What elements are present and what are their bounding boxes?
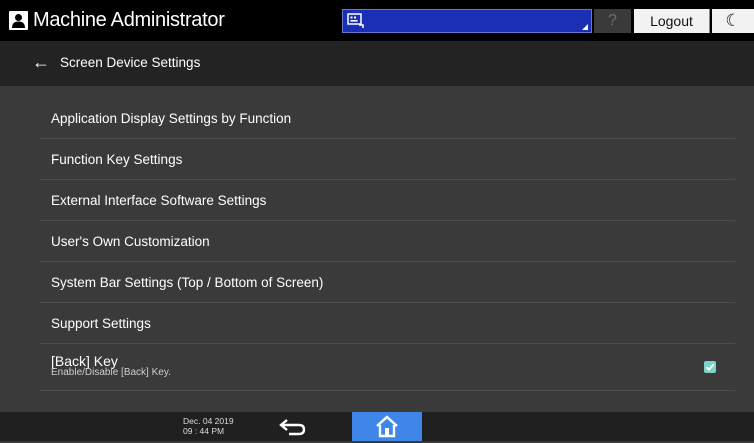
home-icon bbox=[376, 415, 398, 438]
time-text: 09 : 44 PM bbox=[183, 426, 225, 436]
list-item-label: User's Own Customization bbox=[51, 234, 210, 249]
date-time-display: Dec. 04 2019 09 : 44 PM bbox=[183, 416, 234, 436]
help-button[interactable]: ? bbox=[594, 9, 631, 33]
page-title: Screen Device Settings bbox=[60, 55, 201, 70]
list-item-support-settings[interactable]: Support Settings bbox=[40, 303, 735, 344]
title-bar: ← Screen Device Settings bbox=[0, 41, 754, 86]
list-item-users-own-customization[interactable]: User's Own Customization bbox=[40, 221, 735, 262]
back-button[interactable] bbox=[275, 415, 311, 438]
keyboard-input-field[interactable] bbox=[342, 9, 592, 33]
moon-icon: ☾ bbox=[725, 11, 741, 30]
list-item-label: External Interface Software Settings bbox=[51, 193, 267, 208]
list-item-label: Application Display Settings by Function bbox=[51, 111, 292, 126]
login-user-name: Machine Administrator bbox=[33, 9, 225, 31]
keyboard-icon bbox=[347, 13, 364, 29]
date-text: Dec. 04 2019 bbox=[183, 416, 234, 426]
list-item-label: Function Key Settings bbox=[51, 152, 183, 167]
logout-button[interactable]: Logout bbox=[634, 9, 710, 33]
home-button[interactable] bbox=[352, 412, 422, 441]
back-arrow-icon bbox=[279, 419, 306, 436]
settings-list: Application Display Settings by Function… bbox=[40, 98, 735, 391]
list-item-application-display-settings[interactable]: Application Display Settings by Function bbox=[40, 98, 735, 139]
system-bar-bottom: Dec. 04 2019 09 : 44 PM bbox=[0, 412, 754, 441]
back-key-checkbox[interactable] bbox=[704, 361, 716, 373]
resize-corner-icon bbox=[582, 24, 588, 30]
list-item-back-key[interactable]: [Back] Key Enable/Disable [Back] Key. bbox=[40, 344, 735, 391]
list-item-function-key-settings[interactable]: Function Key Settings bbox=[40, 139, 735, 180]
user-icon bbox=[9, 11, 28, 30]
list-item-description: Enable/Disable [Back] Key. bbox=[51, 367, 171, 378]
energy-saver-button[interactable]: ☾ bbox=[712, 9, 754, 33]
list-item-label: System Bar Settings (Top / Bottom of Scr… bbox=[51, 275, 324, 290]
system-bar-top: Machine Administrator ? Logout ☾ bbox=[0, 0, 754, 41]
list-item-system-bar-settings[interactable]: System Bar Settings (Top / Bottom of Scr… bbox=[40, 262, 735, 303]
back-arrow-icon[interactable]: ← bbox=[32, 51, 50, 73]
list-item-external-interface-software-settings[interactable]: External Interface Software Settings bbox=[40, 180, 735, 221]
list-item-label: Support Settings bbox=[51, 316, 151, 331]
